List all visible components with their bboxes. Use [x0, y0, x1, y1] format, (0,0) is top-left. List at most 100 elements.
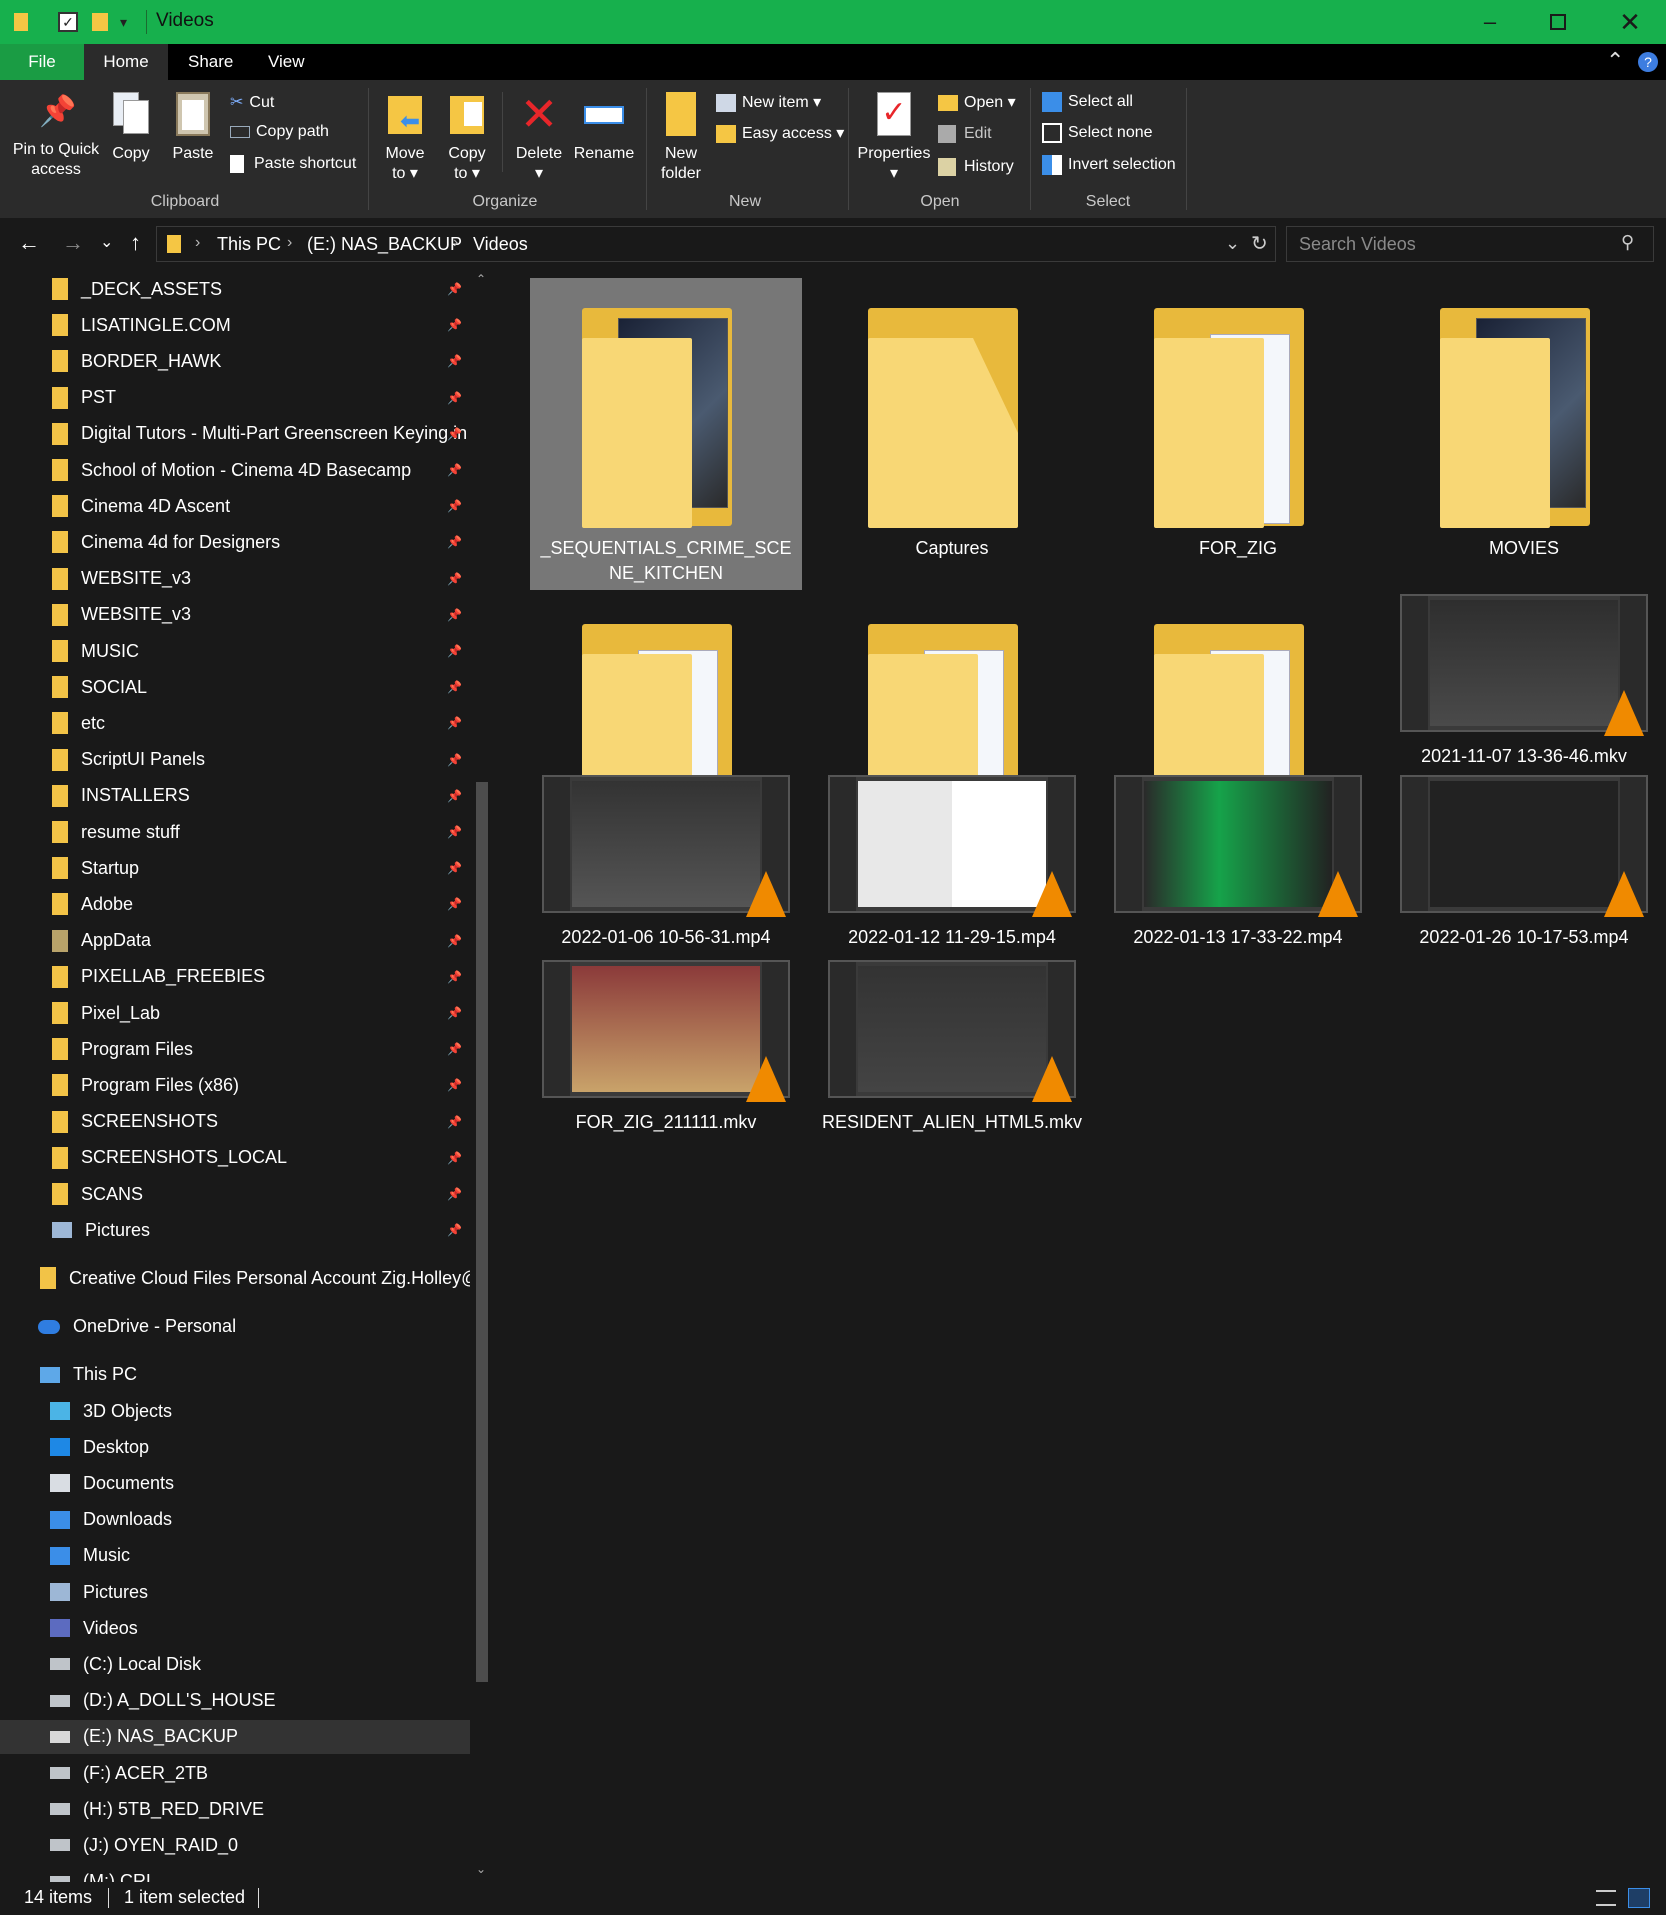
video-file-item[interactable]: 2022-01-12 11-29-15.mp4: [816, 775, 1088, 957]
nav-item[interactable]: (H:) 5TB_RED_DRIVE: [0, 1792, 470, 1826]
nav-item[interactable]: WEBSITE_v3 📌: [0, 562, 470, 596]
nav-item[interactable]: Music: [0, 1539, 470, 1573]
folder-item[interactable]: _SEQUENTIALS_CRIME_SCENE_KITCHEN: [530, 278, 802, 590]
tab-view[interactable]: View: [268, 52, 305, 72]
help-icon[interactable]: ?: [1638, 52, 1658, 72]
nav-item[interactable]: Videos: [0, 1611, 470, 1645]
back-button[interactable]: ←: [18, 230, 40, 256]
rename-button[interactable]: Rename: [572, 92, 636, 164]
new-folder-quick-icon[interactable]: [92, 13, 108, 31]
video-file-item[interactable]: 2021-11-07 13-36-46.mkv: [1388, 594, 1660, 779]
tab-home[interactable]: Home: [84, 44, 168, 80]
nav-item[interactable]: SOCIAL 📌: [0, 670, 470, 704]
nav-item[interactable]: (F:) ACER_2TB: [0, 1756, 470, 1790]
new-item-button[interactable]: New item ▾: [716, 92, 821, 112]
nav-item[interactable]: Documents: [0, 1466, 470, 1500]
nav-item[interactable]: Cinema 4d for Designers 📌: [0, 525, 470, 559]
nav-item[interactable]: PIXELLAB_FREEBIES 📌: [0, 960, 470, 994]
paste-button[interactable]: Paste: [168, 92, 218, 164]
nav-item[interactable]: (E:) NAS_BACKUP: [0, 1719, 470, 1754]
nav-item[interactable]: resume stuff 📌: [0, 815, 470, 849]
nav-item[interactable]: Program Files 📌: [0, 1032, 470, 1066]
scroll-thumb[interactable]: [476, 782, 488, 1682]
new-folder-button[interactable]: New folder: [656, 92, 706, 184]
nav-item[interactable]: ScriptUI Panels 📌: [0, 743, 470, 777]
nav-item[interactable]: School of Motion - Cinema 4D Basecamp 📌: [0, 453, 470, 487]
nav-item[interactable]: INSTALLERS 📌: [0, 779, 470, 813]
search-input[interactable]: Search Videos: [1299, 234, 1416, 255]
select-all-button[interactable]: Select all: [1042, 92, 1133, 112]
select-none-button[interactable]: Select none: [1042, 123, 1153, 143]
nav-item[interactable]: Startup 📌: [0, 851, 470, 885]
nav-item[interactable]: (D:) A_DOLL'S_HOUSE: [0, 1684, 470, 1718]
breadcrumb-videos[interactable]: Videos: [473, 234, 528, 255]
nav-item[interactable]: Desktop: [0, 1430, 470, 1464]
search-box[interactable]: Search Videos ⚲: [1286, 226, 1654, 262]
refresh-icon[interactable]: ↻: [1251, 231, 1268, 256]
collapse-ribbon-icon[interactable]: ⌃: [1606, 48, 1624, 74]
video-file-item[interactable]: FOR_ZIG_211111.mkv: [530, 960, 802, 1142]
nav-item[interactable]: SCREENSHOTS 📌: [0, 1105, 470, 1139]
invert-selection-button[interactable]: Invert selection: [1042, 155, 1176, 175]
folder-item[interactable]: MOVIES: [1388, 278, 1660, 558]
nav-item[interactable]: Pictures: [0, 1575, 470, 1609]
nav-item[interactable]: Adobe 📌: [0, 887, 470, 921]
nav-item[interactable]: (C:) Local Disk: [0, 1647, 470, 1681]
nav-item[interactable]: This PC: [0, 1358, 470, 1392]
copy-button[interactable]: Copy: [106, 92, 156, 164]
video-file-item[interactable]: 2022-01-26 10-17-53.mp4: [1388, 775, 1660, 957]
breadcrumb-nas-backup[interactable]: (E:) NAS_BACKUP: [307, 234, 462, 255]
forward-button[interactable]: →: [62, 230, 84, 256]
nav-item[interactable]: SCREENSHOTS_LOCAL 📌: [0, 1141, 470, 1175]
nav-item[interactable]: WEBSITE_v3 📌: [0, 598, 470, 632]
copy-path-button[interactable]: Copy path: [230, 123, 329, 141]
scroll-up-icon[interactable]: ⌃: [476, 272, 486, 286]
nav-item[interactable]: Program Files (x86) 📌: [0, 1068, 470, 1102]
customize-toolbar-icon[interactable]: ▾: [120, 14, 127, 31]
properties-button[interactable]: ✓ Properties ▾: [856, 92, 932, 184]
address-dropdown-icon[interactable]: ⌄: [1225, 233, 1240, 254]
nav-item[interactable]: etc 📌: [0, 706, 470, 740]
address-bar[interactable]: › This PC › (E:) NAS_BACKUP › Videos ⌄ ↻: [156, 226, 1276, 262]
copy-to-button[interactable]: Copy to ▾: [442, 92, 492, 184]
details-view-icon[interactable]: [1596, 1890, 1616, 1906]
delete-button[interactable]: ✕ Delete ▾: [512, 91, 566, 184]
up-button[interactable]: ↑: [130, 230, 141, 256]
tab-share[interactable]: Share: [188, 52, 233, 72]
nav-item[interactable]: Cinema 4D Ascent 📌: [0, 489, 470, 523]
move-to-button[interactable]: ⬅ Move to ▾: [380, 92, 430, 184]
tab-file[interactable]: File: [0, 44, 84, 80]
folder-item[interactable]: Captures: [816, 278, 1088, 558]
breadcrumb-this-pc[interactable]: This PC: [217, 234, 281, 255]
maximize-button[interactable]: [1524, 0, 1592, 44]
properties-quick-icon[interactable]: ✓: [58, 12, 78, 32]
nav-item[interactable]: LISATINGLE.COM 📌: [0, 308, 470, 342]
pin-to-quick-access-button[interactable]: 📌 Pin to Quick access: [8, 92, 104, 180]
easy-access-button[interactable]: Easy access ▾: [716, 123, 844, 143]
video-file-item[interactable]: RESIDENT_ALIEN_HTML5.mkv: [816, 960, 1088, 1142]
search-icon[interactable]: ⚲: [1621, 232, 1634, 253]
nav-item[interactable]: BORDER_HAWK 📌: [0, 344, 470, 378]
paste-shortcut-button[interactable]: Paste shortcut: [230, 155, 356, 173]
nav-item[interactable]: Creative Cloud Files Personal Account Zi…: [0, 1261, 470, 1295]
minimize-button[interactable]: –: [1456, 0, 1524, 44]
nav-item[interactable]: AppData 📌: [0, 924, 470, 958]
large-icons-view-icon[interactable]: [1628, 1888, 1650, 1908]
video-file-item[interactable]: 2022-01-06 10-56-31.mp4: [530, 775, 802, 957]
nav-item[interactable]: Digital Tutors - Multi-Part Greenscreen …: [0, 417, 470, 451]
folder-item[interactable]: FOR_ZIG: [1102, 278, 1374, 558]
nav-item[interactable]: (M:) CRL: [0, 1865, 470, 1882]
edit-button[interactable]: Edit: [938, 125, 992, 143]
nav-item[interactable]: SCANS 📌: [0, 1177, 470, 1211]
nav-item[interactable]: (J:) OYEN_RAID_0: [0, 1828, 470, 1862]
nav-item[interactable]: Pictures 📌: [0, 1213, 470, 1247]
nav-item[interactable]: Pixel_Lab 📌: [0, 996, 470, 1030]
nav-item[interactable]: MUSIC 📌: [0, 634, 470, 668]
nav-scrollbar[interactable]: ⌃ ⌄: [472, 270, 492, 1882]
nav-item[interactable]: 3D Objects: [0, 1394, 470, 1428]
nav-item[interactable]: Downloads: [0, 1503, 470, 1537]
nav-item[interactable]: OneDrive - Personal: [0, 1310, 470, 1344]
open-button[interactable]: Open ▾: [938, 92, 1016, 112]
recent-locations-icon[interactable]: ⌄: [100, 232, 113, 252]
cut-button[interactable]: ✂ Cut: [230, 92, 274, 112]
